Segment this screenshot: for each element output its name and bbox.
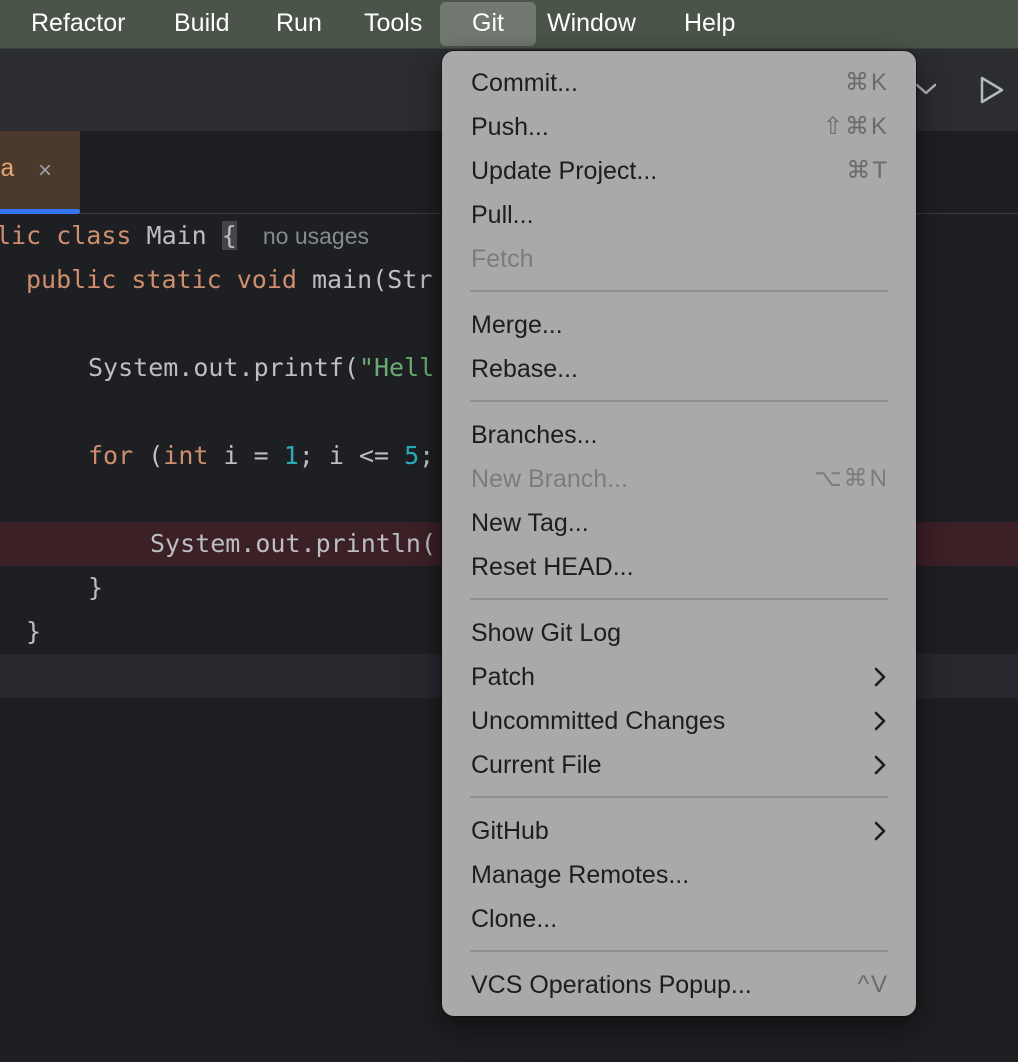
menu-item-rebase[interactable]: Rebase...: [442, 347, 916, 391]
shortcut: ⌥⌘N: [814, 465, 889, 492]
menu-item-manage-remotes[interactable]: Manage Remotes...: [442, 853, 916, 897]
menu-item-vcs-operations-popup[interactable]: VCS Operations Popup... ^V: [442, 963, 916, 1007]
menu-item-branches[interactable]: Branches...: [442, 413, 916, 457]
chevron-right-icon: [874, 821, 886, 841]
shortcut: ^V: [857, 971, 889, 998]
menu-separator: [470, 598, 888, 600]
code-line-2: public static void main(Str: [26, 265, 433, 294]
menu-help[interactable]: Help: [684, 0, 735, 48]
close-icon[interactable]: ×: [38, 157, 52, 185]
menu-item-merge[interactable]: Merge...: [442, 303, 916, 347]
menu-build[interactable]: Build: [174, 0, 230, 48]
menu-item-show-git-log[interactable]: Show Git Log: [442, 611, 916, 655]
code-line-9: }: [88, 573, 104, 602]
code-line-10: }: [26, 617, 42, 646]
tab-main-java[interactable]: a ×: [0, 131, 80, 214]
chevron-right-icon: [874, 711, 886, 731]
code-line-8: System.out.println(: [150, 529, 436, 558]
menu-item-push[interactable]: Push... ⇧⌘K: [442, 105, 916, 149]
menu-refactor[interactable]: Refactor: [31, 0, 125, 48]
menu-bar: Refactor Build Run Tools Git Window Help: [0, 0, 1018, 49]
menu-item-github[interactable]: GitHub: [442, 809, 916, 853]
chevron-right-icon: [874, 755, 886, 775]
menu-item-patch[interactable]: Patch: [442, 655, 916, 699]
shortcut: ⌘K: [844, 69, 889, 96]
git-menu: Commit... ⌘K Push... ⇧⌘K Update Project...…: [442, 51, 916, 1016]
run-icon[interactable]: [978, 75, 1006, 105]
menu-item-new-tag[interactable]: New Tag...: [442, 501, 916, 545]
menu-separator: [470, 796, 888, 798]
code-line-4: System.out.printf("Hell: [88, 353, 435, 382]
shortcut: ⇧⌘K: [822, 113, 889, 140]
menu-tools[interactable]: Tools: [364, 0, 422, 48]
menu-item-reset-head[interactable]: Reset HEAD...: [442, 545, 916, 589]
menu-item-clone[interactable]: Clone...: [442, 897, 916, 941]
code-line-6: for (int i = 1; i <= 5;: [88, 441, 435, 470]
menu-item-commit[interactable]: Commit... ⌘K: [442, 61, 916, 105]
menu-item-uncommitted-changes[interactable]: Uncommitted Changes: [442, 699, 916, 743]
menu-run[interactable]: Run: [276, 0, 322, 48]
usage-hint[interactable]: no usages: [263, 223, 369, 249]
menu-separator: [470, 950, 888, 952]
code-line-1: lic class Main {no usages: [0, 221, 369, 250]
menu-separator: [470, 290, 888, 292]
menu-window[interactable]: Window: [547, 0, 636, 48]
menu-item-update-project[interactable]: Update Project... ⌘T: [442, 149, 916, 193]
menu-item-fetch: Fetch: [471, 245, 534, 273]
menu-git[interactable]: Git: [440, 2, 536, 46]
tab-label: a: [0, 155, 16, 184]
chevron-right-icon: [874, 667, 886, 687]
menu-item-new-branch: New Branch... ⌥⌘N: [442, 457, 916, 501]
menu-separator: [470, 400, 888, 402]
menu-item-current-file[interactable]: Current File: [442, 743, 916, 787]
shortcut: ⌘T: [846, 157, 889, 184]
menu-item-pull[interactable]: Pull...: [442, 193, 916, 237]
chevron-down-icon[interactable]: [914, 81, 938, 97]
